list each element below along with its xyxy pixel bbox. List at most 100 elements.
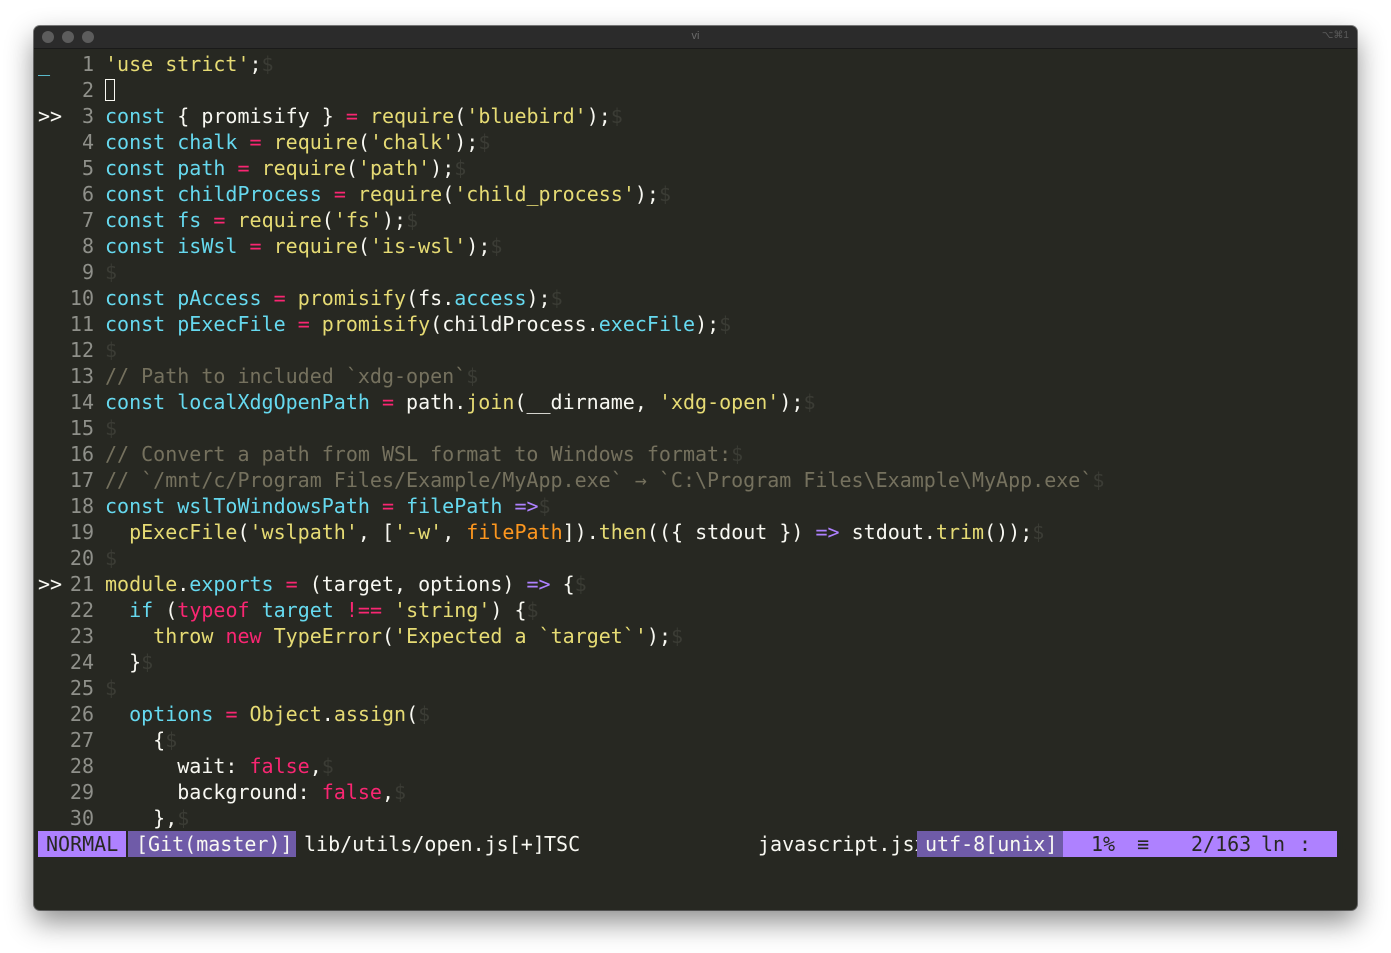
- code-text: // Path to included `xdg-open`$: [105, 363, 478, 389]
- code-line[interactable]: 6 const childProcess = require('child_pro…: [34, 181, 1334, 207]
- code-text: [105, 77, 115, 103]
- code-token: (: [454, 104, 467, 128]
- code-line[interactable]: 30 },$: [34, 805, 1334, 831]
- code-line[interactable]: 26 options = Object.assign($: [34, 701, 1334, 727]
- eol-marker: $: [105, 260, 118, 284]
- code-line[interactable]: 16 // Convert a path from WSL format to W…: [34, 441, 1334, 467]
- code-line[interactable]: _ 1 'use strict';$: [34, 51, 1334, 77]
- editor-buffer[interactable]: _ 1 'use strict';$ 2 >> 3 const { promisify } …: [34, 49, 1357, 831]
- code-line[interactable]: 2: [34, 77, 1334, 103]
- eol-marker: $: [490, 234, 503, 258]
- code-token: (__dirname,: [514, 390, 659, 414]
- eol-marker: $: [719, 312, 732, 336]
- code-token: background:: [105, 780, 322, 804]
- code-text: pExecFile('wslpath', ['-w', filePath]).t…: [105, 519, 1044, 545]
- code-token: );: [454, 130, 479, 154]
- eol-marker: $: [671, 624, 684, 648]
- sign-marker: >>: [38, 104, 63, 128]
- title-bar: vi ⌥⌘1: [34, 26, 1357, 49]
- code-token: =: [249, 130, 262, 154]
- code-line[interactable]: 7 const fs = require('fs');$: [34, 207, 1334, 233]
- eol-marker: $: [105, 416, 118, 440]
- eol-marker: $: [478, 130, 491, 154]
- code-token: =>: [514, 494, 539, 518]
- code-line[interactable]: >> 21 module.exports = (target, options) =…: [34, 571, 1334, 597]
- code-token: =: [249, 234, 262, 258]
- eol-marker: $: [105, 338, 118, 362]
- line-number: 5: [81, 156, 94, 180]
- position-separator: :: [1299, 832, 1312, 856]
- eol-marker: $: [526, 598, 539, 622]
- code-line[interactable]: >> 3 const { promisify } = require('bluebi…: [34, 103, 1334, 129]
- sign-column: _: [38, 52, 51, 76]
- eol-marker: $: [1032, 520, 1045, 544]
- line-number: 21: [69, 572, 94, 596]
- code-line[interactable]: 14 const localXdgOpenPath = path.join(__d…: [34, 389, 1334, 415]
- code-line[interactable]: 24 }$: [34, 649, 1334, 675]
- code-line[interactable]: 12 $: [34, 337, 1334, 363]
- code-line[interactable]: 10 const pAccess = promisify(fs.access);$: [34, 285, 1334, 311]
- git-branch: [Git(master)]: [128, 831, 301, 857]
- code-line[interactable]: 29 background: false,$: [34, 779, 1334, 805]
- code-line[interactable]: 15 $: [34, 415, 1334, 441]
- code-token: }: [105, 650, 142, 674]
- code-token: ,: [442, 520, 467, 544]
- code-token: const: [105, 312, 166, 336]
- code-line[interactable]: 28 wait: false,$: [34, 753, 1334, 779]
- code-line[interactable]: 4 const chalk = require('chalk');$: [34, 129, 1334, 155]
- code-token: );: [382, 208, 407, 232]
- code-token: then: [598, 520, 647, 544]
- code-token: (fs.: [406, 286, 455, 310]
- code-token: .: [177, 572, 190, 596]
- code-text: throw new TypeError('Expected a `target`…: [105, 623, 683, 649]
- eol-marker: $: [105, 546, 118, 570]
- code-line[interactable]: 11 const pExecFile = promisify(childProce…: [34, 311, 1334, 337]
- code-token: 'is-wsl': [369, 234, 467, 258]
- code-line[interactable]: 8 const isWsl = require('is-wsl');$: [34, 233, 1334, 259]
- line-number: 26: [69, 702, 94, 726]
- line-number: 12: [69, 338, 94, 362]
- code-line[interactable]: 20 $: [34, 545, 1334, 571]
- code-text: },$: [105, 805, 189, 831]
- code-line[interactable]: 22 if (typeof target !== 'string') {$: [34, 597, 1334, 623]
- code-token: const: [105, 286, 166, 310]
- code-text: const chalk = require('chalk');$: [105, 129, 490, 155]
- code-line[interactable]: 5 const path = require('path');$: [34, 155, 1334, 181]
- code-line[interactable]: 27 {$: [34, 727, 1334, 753]
- code-line[interactable]: 18 const wslToWindowsPath = filePath =>$: [34, 493, 1334, 519]
- code-token: );: [586, 104, 611, 128]
- code-token: =: [381, 390, 395, 414]
- code-line[interactable]: 19 pExecFile('wslpath', ['-w', filePath]…: [34, 519, 1334, 545]
- code-line[interactable]: 23 throw new TypeError('Expected a `targ…: [34, 623, 1334, 649]
- code-token: );: [695, 312, 720, 336]
- code-line[interactable]: 13 // Path to included `xdg-open`$: [34, 363, 1334, 389]
- code-token: );: [634, 182, 659, 206]
- code-text: $: [105, 259, 117, 285]
- code-token: throw: [153, 624, 214, 648]
- code-token: 'chalk': [369, 130, 455, 154]
- code-token: execFile: [598, 312, 696, 336]
- eol-marker: $: [610, 104, 623, 128]
- code-token: ,: [309, 754, 322, 778]
- code-text: 'use strict';$: [105, 51, 274, 77]
- code-text: const localXdgOpenPath = path.join(__dir…: [105, 389, 816, 415]
- eol-marker: $: [165, 728, 178, 752]
- line-number: 24: [69, 650, 94, 674]
- line-number: 2: [81, 78, 94, 102]
- line-number: 1: [81, 52, 94, 76]
- code-line[interactable]: 9 $: [34, 259, 1334, 285]
- code-line[interactable]: 17 // `/mnt/c/Program Files/Example/MyApp…: [34, 467, 1334, 493]
- code-line[interactable]: 25 $: [34, 675, 1334, 701]
- code-token: '-w': [394, 520, 443, 544]
